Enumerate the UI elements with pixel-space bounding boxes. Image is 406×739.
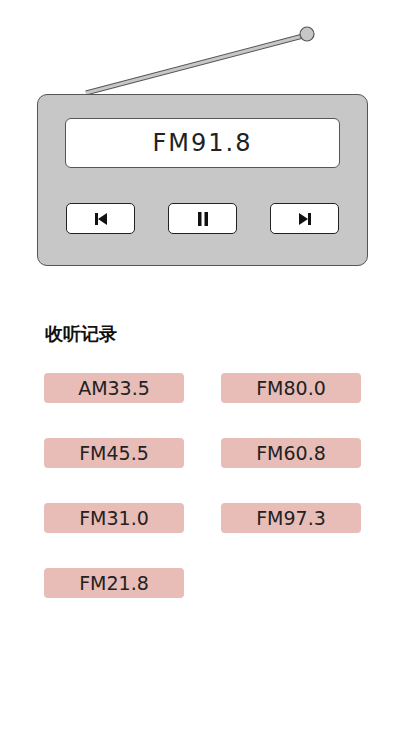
history-title: 收听记录 [45, 322, 406, 346]
history-item[interactable]: FM80.0 [221, 373, 361, 403]
history-list: AM33.5 FM80.0 FM45.5 FM60.8 FM31.0 FM97.3 FM21… [0, 373, 406, 598]
history-item[interactable]: FM31.0 [44, 503, 184, 533]
radio-controls [38, 203, 367, 234]
history-item[interactable]: FM45.5 [44, 438, 184, 468]
antenna-icon [0, 0, 406, 94]
frequency-display: FM91.8 [65, 118, 340, 168]
history-item[interactable]: AM33.5 [44, 373, 184, 403]
next-icon [297, 212, 313, 226]
radio-body: FM91.8 [37, 94, 368, 266]
pause-button[interactable] [168, 203, 237, 234]
pause-icon [196, 211, 210, 227]
radio-page: FM91.8 收听记录 AM33.5 FM80.0 FM45.5 FM60.8 FM31.0… [0, 0, 406, 739]
previous-button[interactable] [66, 203, 135, 234]
next-button[interactable] [270, 203, 339, 234]
previous-icon [93, 212, 109, 226]
history-item[interactable]: FM60.8 [221, 438, 361, 468]
history-item[interactable]: FM97.3 [221, 503, 361, 533]
history-item[interactable]: FM21.8 [44, 568, 184, 598]
